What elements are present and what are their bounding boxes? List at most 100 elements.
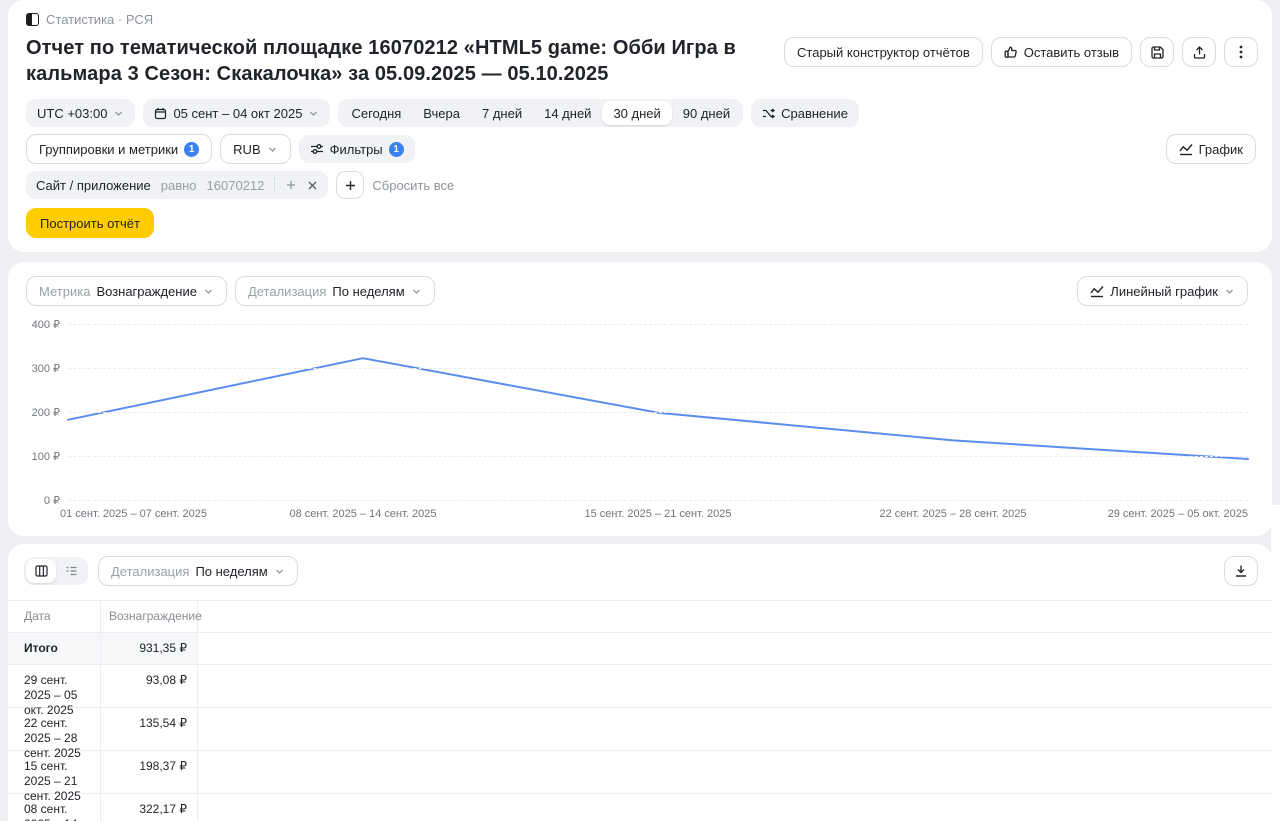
gridline (68, 500, 1248, 501)
old-report-builder-label: Старый конструктор отчётов (797, 45, 970, 60)
filters-label: Фильтры (330, 142, 383, 157)
quick-range-group: СегодняВчера7 дней14 дней30 дней90 дней (338, 99, 743, 127)
breadcrumb-label: Статистика · РСЯ (46, 12, 153, 27)
compare-label: Сравнение (781, 106, 848, 121)
filter-condition-chip[interactable]: Сайт / приложение равно 16070212 (26, 171, 328, 199)
filter-field: Сайт / приложение (36, 178, 151, 193)
sliders-icon (310, 143, 324, 155)
table-row-date: 22 сент. 2025 – 28 сент. 2025 (8, 708, 100, 751)
y-tick-label: 400 ₽ (32, 318, 60, 331)
leave-feedback-label: Оставить отзыв (1024, 45, 1119, 60)
detail-value: По неделям (195, 564, 267, 579)
table-detail-select[interactable]: Детализация По неделям (98, 556, 298, 586)
date-range-select[interactable]: 05 сент – 04 окт 2025 (143, 99, 330, 127)
reset-all-link[interactable]: Сбросить все (372, 178, 454, 193)
breadcrumb[interactable]: Статистика · РСЯ (26, 12, 1258, 27)
chevron-down-icon (274, 566, 285, 577)
currency-select[interactable]: RUB (220, 134, 290, 164)
filter-operator[interactable]: равно (161, 178, 197, 193)
y-tick-label: 100 ₽ (32, 450, 60, 463)
quick-range-7-дней[interactable]: 7 дней (471, 101, 533, 125)
x-tick-label: 22 сент. 2025 – 28 сент. 2025 (879, 508, 1026, 520)
detail-label: Детализация (111, 564, 189, 579)
chevron-down-icon (1224, 286, 1235, 297)
metric-select[interactable]: Метрика Вознаграждение (26, 276, 227, 306)
table-row-date: 08 сент. 2025 – 14 сент. 2025 (8, 794, 100, 821)
chevron-down-icon (203, 286, 214, 297)
line-chart[interactable]: 0 ₽100 ₽200 ₽300 ₽400 ₽ (26, 324, 1248, 500)
compare-icon (762, 107, 775, 120)
calendar-icon (154, 107, 167, 120)
filters-button[interactable]: Фильтры 1 (299, 135, 415, 163)
metric-value: Вознаграждение (96, 284, 197, 299)
chip-divider (274, 178, 275, 192)
chart-card: Метрика Вознаграждение Детализация По не… (8, 262, 1272, 536)
chart-y-axis: 0 ₽100 ₽200 ₽300 ₽400 ₽ (26, 324, 68, 500)
pivot-view-button[interactable] (56, 559, 86, 583)
quick-range-30-дней[interactable]: 30 дней (602, 101, 671, 125)
quick-range-90-дней[interactable]: 90 дней (672, 101, 741, 125)
table-row-date: 15 сент. 2025 – 21 сент. 2025 (8, 751, 100, 794)
graph-toggle-button[interactable]: График (1166, 134, 1256, 164)
download-table-button[interactable] (1224, 556, 1258, 586)
table-view-toggle (24, 557, 88, 585)
more-actions-button[interactable] (1224, 37, 1258, 67)
groupings-metrics-button[interactable]: Группировки и метрики 1 (26, 134, 212, 164)
detail-label: Детализация (248, 284, 326, 299)
table-card: Детализация По неделям Дата Вознагражден… (8, 544, 1272, 821)
table-row-filler (198, 708, 1272, 751)
compare-button[interactable]: Сравнение (751, 99, 859, 127)
table-row-filler (198, 665, 1272, 708)
scrollbar-track[interactable] (1271, 505, 1280, 821)
page-title: Отчет по тематической площадке 16070212 … (26, 35, 784, 87)
add-filter-button[interactable] (336, 171, 364, 199)
x-tick-label: 29 сент. 2025 – 05 окт. 2025 (1108, 508, 1248, 520)
quick-range-Сегодня[interactable]: Сегодня (340, 101, 412, 125)
column-header-reward[interactable]: Вознаграждение (100, 601, 198, 633)
line-chart-icon (1179, 143, 1193, 156)
table-row-filler (198, 794, 1272, 821)
chart-x-axis: 01 сент. 2025 – 07 сент. 202508 сент. 20… (68, 508, 1248, 528)
table-view-button[interactable] (26, 559, 56, 583)
save-report-button[interactable] (1140, 37, 1174, 67)
add-value-icon[interactable] (285, 179, 297, 191)
table-row-filler (198, 751, 1272, 794)
x-tick-label: 01 сент. 2025 – 07 сент. 2025 (60, 508, 207, 520)
chart-plot-area (68, 324, 1248, 500)
groupings-count-badge: 1 (184, 142, 199, 157)
leave-feedback-button[interactable]: Оставить отзыв (991, 37, 1132, 67)
quick-range-Вчера[interactable]: Вчера (412, 101, 471, 125)
partner-app-icon (26, 13, 39, 26)
chevron-down-icon (308, 108, 319, 119)
pivot-view-icon (65, 565, 78, 577)
chevron-down-icon (411, 286, 422, 297)
table-row-value: 93,08 ₽ (100, 665, 198, 708)
remove-filter-icon[interactable] (307, 180, 318, 191)
chevron-down-icon (267, 144, 278, 155)
total-row-label: Итого (8, 633, 100, 665)
export-button[interactable] (1182, 37, 1216, 67)
save-icon (1150, 45, 1165, 60)
gridline (68, 368, 1248, 369)
timezone-select[interactable]: UTC +03:00 (26, 99, 135, 127)
table-row-value: 198,37 ₽ (100, 751, 198, 794)
gridline (68, 412, 1248, 413)
quick-range-14-дней[interactable]: 14 дней (533, 101, 602, 125)
date-range-value: 05 сент – 04 окт 2025 (173, 106, 302, 121)
data-table: Дата Вознаграждение Итого 931,35 ₽ 29 се… (8, 600, 1272, 821)
line-chart-icon (1090, 285, 1104, 298)
old-report-builder-button[interactable]: Старый конструктор отчётов (784, 37, 983, 67)
chevron-down-icon (113, 108, 124, 119)
graph-toggle-label: График (1199, 142, 1243, 157)
column-header-reward-label: Вознаграждение (109, 609, 202, 624)
chart-line (68, 358, 1248, 459)
chart-detail-select[interactable]: Детализация По неделям (235, 276, 435, 306)
column-header-filler (198, 601, 1272, 633)
chart-type-label: Линейный график (1110, 284, 1218, 299)
chart-type-select[interactable]: Линейный график (1077, 276, 1248, 306)
filters-count-badge: 1 (389, 142, 404, 157)
filter-value[interactable]: 16070212 (207, 178, 265, 193)
table-view-icon (35, 565, 48, 577)
build-report-button[interactable]: Построить отчёт (26, 208, 154, 238)
column-header-date[interactable]: Дата (8, 601, 100, 633)
